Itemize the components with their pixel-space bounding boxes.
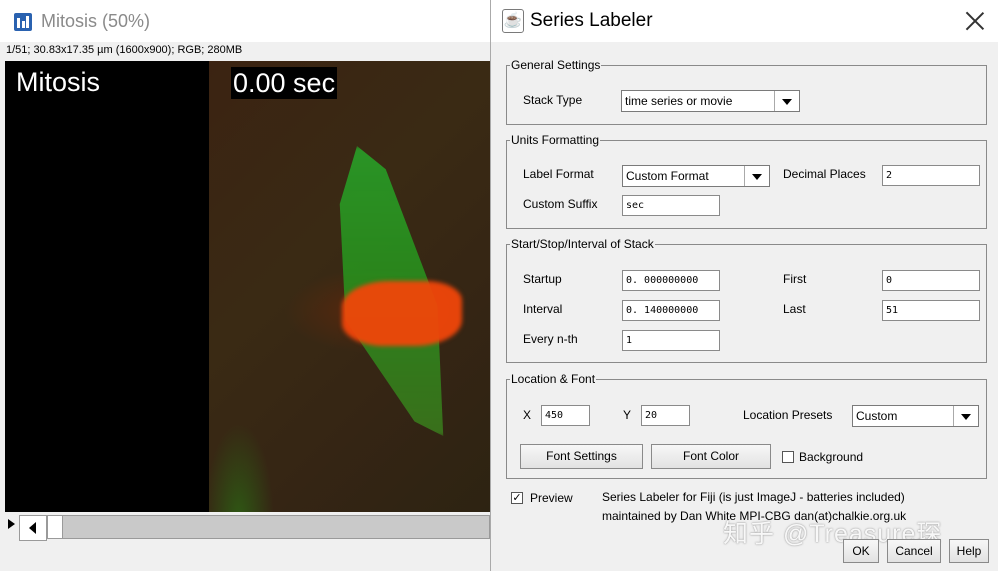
startup-field[interactable]: 0. 000000000 bbox=[622, 270, 720, 291]
image-canvas[interactable]: Mitosis 0.00 sec bbox=[5, 61, 490, 512]
dialog-titlebar[interactable]: ☕ Series Labeler bbox=[491, 0, 998, 42]
micrograph-region bbox=[209, 61, 490, 512]
interval-label: Interval bbox=[523, 302, 563, 316]
last-label: Last bbox=[783, 302, 806, 316]
dialog-title: Series Labeler bbox=[530, 10, 653, 31]
label-format-select[interactable]: Custom Format bbox=[622, 165, 770, 187]
font-settings-button[interactable]: Font Settings bbox=[520, 444, 643, 469]
location-font-legend: Location & Font bbox=[510, 372, 597, 386]
units-formatting-legend: Units Formatting bbox=[510, 133, 601, 147]
label-format-value: Custom Format bbox=[626, 169, 709, 183]
every-nth-field[interactable]: 1 bbox=[622, 330, 720, 351]
y-field[interactable]: 20 bbox=[641, 405, 690, 426]
stack-slider-thumb[interactable] bbox=[48, 516, 63, 538]
units-formatting-group: Units Formatting Label Format Custom For… bbox=[506, 133, 987, 229]
help-button[interactable]: Help bbox=[949, 539, 989, 563]
stack-type-label: Stack Type bbox=[523, 93, 583, 107]
preview-label: Preview bbox=[530, 491, 573, 505]
chevron-down-icon[interactable] bbox=[953, 406, 978, 426]
overlay-time-label: 0.00 sec bbox=[231, 67, 338, 99]
first-field[interactable]: 0 bbox=[882, 270, 980, 291]
location-font-group: Location & Font X 450 Y 20 Location Pres… bbox=[506, 372, 987, 479]
location-presets-select[interactable]: Custom bbox=[852, 405, 979, 427]
general-settings-legend: General Settings bbox=[510, 58, 602, 72]
y-label: Y bbox=[623, 408, 632, 422]
last-field[interactable]: 51 bbox=[882, 300, 980, 321]
cancel-button[interactable]: Cancel bbox=[887, 539, 941, 563]
image-window-title: Mitosis (50%) bbox=[41, 11, 151, 31]
location-presets-value: Custom bbox=[856, 409, 898, 423]
custom-suffix-field[interactable]: sec bbox=[622, 195, 720, 216]
x-field[interactable]: 450 bbox=[541, 405, 590, 426]
font-color-button[interactable]: Font Color bbox=[651, 444, 771, 469]
image-window-titlebar[interactable]: Mitosis (50%) bbox=[0, 0, 498, 42]
preview-checkbox[interactable]: ✓ bbox=[511, 492, 523, 504]
ok-button[interactable]: OK bbox=[843, 539, 879, 563]
overlay-label-text: Mitosis bbox=[16, 67, 101, 97]
play-icon[interactable] bbox=[8, 519, 15, 529]
general-settings-group: General Settings Stack Type time series … bbox=[506, 58, 987, 125]
stack-type-value: time series or movie bbox=[625, 94, 733, 108]
chevron-down-icon[interactable] bbox=[774, 91, 799, 111]
red-chromosome-plate bbox=[342, 281, 462, 346]
green-cell-edge bbox=[209, 381, 299, 512]
interval-field[interactable]: 0. 140000000 bbox=[622, 300, 720, 321]
chevron-down-icon[interactable] bbox=[744, 166, 769, 186]
scroll-left-button[interactable] bbox=[19, 515, 47, 541]
background-label: Background bbox=[799, 450, 864, 464]
custom-suffix-label: Custom Suffix bbox=[523, 197, 598, 211]
startup-label: Startup bbox=[523, 272, 562, 286]
interval-group: Start/Stop/Interval of Stack Startup 0. … bbox=[506, 237, 987, 363]
x-label: X bbox=[523, 408, 532, 422]
first-label: First bbox=[783, 272, 807, 286]
interval-legend: Start/Stop/Interval of Stack bbox=[510, 237, 655, 251]
background-checkbox[interactable] bbox=[782, 451, 794, 463]
stack-slider-track[interactable] bbox=[47, 515, 490, 539]
image-info-bar: 1/51; 30.83x17.35 µm (1600x900); RGB; 28… bbox=[6, 44, 243, 56]
location-presets-label: Location Presets bbox=[743, 408, 833, 422]
java-cup-icon: ☕ bbox=[502, 9, 524, 33]
close-icon[interactable] bbox=[965, 11, 985, 31]
stack-slider[interactable] bbox=[5, 514, 490, 542]
imagej-app-icon bbox=[14, 13, 32, 31]
credit-line-1: Series Labeler for Fiji (is just ImageJ … bbox=[602, 490, 905, 504]
decimal-places-label: Decimal Places bbox=[783, 167, 866, 181]
image-window: Mitosis (50%) 1/51; 30.83x17.35 µm (1600… bbox=[0, 0, 499, 571]
stack-type-select[interactable]: time series or movie bbox=[621, 90, 800, 112]
decimal-places-field[interactable]: 2 bbox=[882, 165, 980, 186]
series-labeler-dialog: ☕ Series Labeler General Settings Stack … bbox=[490, 0, 998, 571]
label-format-label: Label Format bbox=[523, 167, 594, 181]
every-nth-label: Every n-th bbox=[523, 332, 578, 346]
